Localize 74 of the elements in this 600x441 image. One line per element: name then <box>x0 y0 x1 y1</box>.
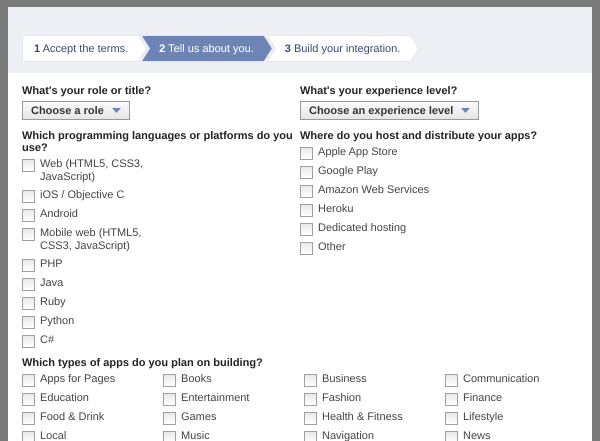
option-label: Lifestyle <box>463 411 504 424</box>
option-label: Heroku <box>318 203 354 216</box>
caret-icon <box>112 108 121 113</box>
checkbox[interactable] <box>163 412 176 425</box>
option-label: Java <box>40 277 64 290</box>
option-label: Games <box>181 411 216 424</box>
option-label: Apps for Pages <box>40 373 116 386</box>
checkbox[interactable] <box>300 147 313 160</box>
question-label: Which types of apps do you plan on building? <box>22 357 264 369</box>
option-label: Navigation <box>322 430 374 441</box>
option-label: Amazon Web Services <box>318 184 430 197</box>
option-label: Business <box>322 373 367 386</box>
option-label: Ruby <box>40 296 67 309</box>
checkbox[interactable] <box>445 374 458 387</box>
option-label: Web (HTML5, CSS3, JavaScript) <box>40 158 144 184</box>
checkbox[interactable] <box>22 259 35 272</box>
checkbox[interactable] <box>22 209 35 222</box>
checkbox[interactable] <box>22 431 35 441</box>
step-tab[interactable]: 1 Accept the terms. <box>23 36 146 61</box>
option-label: Python <box>40 315 76 328</box>
caret-icon <box>461 108 470 113</box>
option-label: Android <box>40 208 79 221</box>
option-label: Music <box>181 430 210 441</box>
option-label: Entertainment <box>181 392 250 405</box>
checkbox[interactable] <box>300 185 313 198</box>
question-label: Where do you host and distribute your apps? <box>300 130 538 142</box>
checkbox[interactable] <box>300 166 313 179</box>
checkbox[interactable] <box>22 159 35 172</box>
checkbox[interactable] <box>22 316 35 329</box>
checkbox[interactable] <box>304 374 317 387</box>
question-label: What's your role or title? <box>22 85 152 97</box>
checkbox[interactable] <box>22 335 35 348</box>
option-label: C# <box>40 334 56 347</box>
option-label: Health & Fitness <box>322 411 403 424</box>
role-dropdown[interactable]: Choose a role <box>22 101 130 120</box>
checkbox[interactable] <box>304 412 317 425</box>
checkbox[interactable] <box>22 412 35 425</box>
checkbox[interactable] <box>22 228 35 241</box>
option-label: Fashion <box>322 392 362 405</box>
question-label: Which programming languages or platforms do you use? <box>22 130 294 154</box>
option-label: PHP <box>40 258 64 271</box>
option-label: Food & Drink <box>40 411 104 424</box>
checkbox[interactable] <box>22 190 35 203</box>
option-label: Google Play <box>318 165 378 178</box>
checkbox[interactable] <box>163 393 176 406</box>
option-label: Finance <box>463 392 502 405</box>
checkbox[interactable] <box>304 393 317 406</box>
checkbox[interactable] <box>300 223 313 236</box>
option-label: Local <box>40 430 66 441</box>
option-label: Dedicated hosting <box>318 222 406 235</box>
checkbox[interactable] <box>163 374 176 387</box>
option-label: Mobile web (HTML5, CSS3, JavaScript) <box>40 227 142 253</box>
checkbox[interactable] <box>22 297 35 310</box>
checkbox[interactable] <box>445 412 458 425</box>
checkbox[interactable] <box>300 242 313 255</box>
checkbox[interactable] <box>163 431 176 441</box>
option-label: Communication <box>463 373 540 386</box>
step-tab[interactable]: 3 Build your integration. <box>268 36 418 61</box>
option-label: Education <box>40 392 89 405</box>
checkbox[interactable] <box>22 278 35 291</box>
option-label: News <box>463 430 491 441</box>
question-label: What's your experience level? <box>300 85 458 97</box>
checkbox[interactable] <box>304 431 317 441</box>
checkbox[interactable] <box>22 374 35 387</box>
option-label: Other <box>318 241 346 254</box>
option-label: Books <box>181 373 212 386</box>
checkbox[interactable] <box>445 393 458 406</box>
checkbox[interactable] <box>445 431 458 441</box>
option-label: Apple App Store <box>318 146 398 159</box>
step-tab[interactable]: 2 Tell us about you. <box>142 36 272 61</box>
checkbox[interactable] <box>300 204 313 217</box>
checkbox[interactable] <box>22 393 35 406</box>
experience-dropdown[interactable]: Choose an experience level <box>300 101 480 120</box>
option-label: iOS / Objective C <box>40 189 126 202</box>
